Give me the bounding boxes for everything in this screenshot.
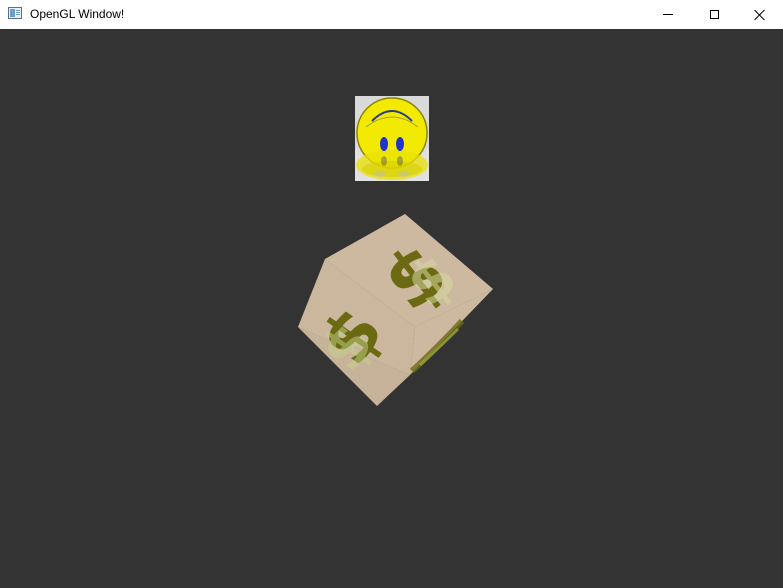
render-canvas: $ $ $ $: [0, 29, 783, 588]
minimize-icon: [663, 14, 673, 15]
maximize-button[interactable]: [691, 0, 737, 29]
close-icon: [754, 9, 766, 21]
minimize-button[interactable]: [645, 0, 691, 29]
maximize-icon: [709, 10, 719, 19]
render-viewport[interactable]: $ $ $ $: [0, 29, 783, 588]
app-window-icon[interactable]: [8, 7, 22, 19]
title-bar[interactable]: OpenGL Window!: [0, 0, 783, 29]
window-title: OpenGL Window!: [30, 7, 125, 21]
opengl-window: OpenGL Window! $ $ $ $: [0, 0, 783, 588]
close-button[interactable]: [737, 0, 783, 29]
smiley-quad: [355, 96, 429, 181]
